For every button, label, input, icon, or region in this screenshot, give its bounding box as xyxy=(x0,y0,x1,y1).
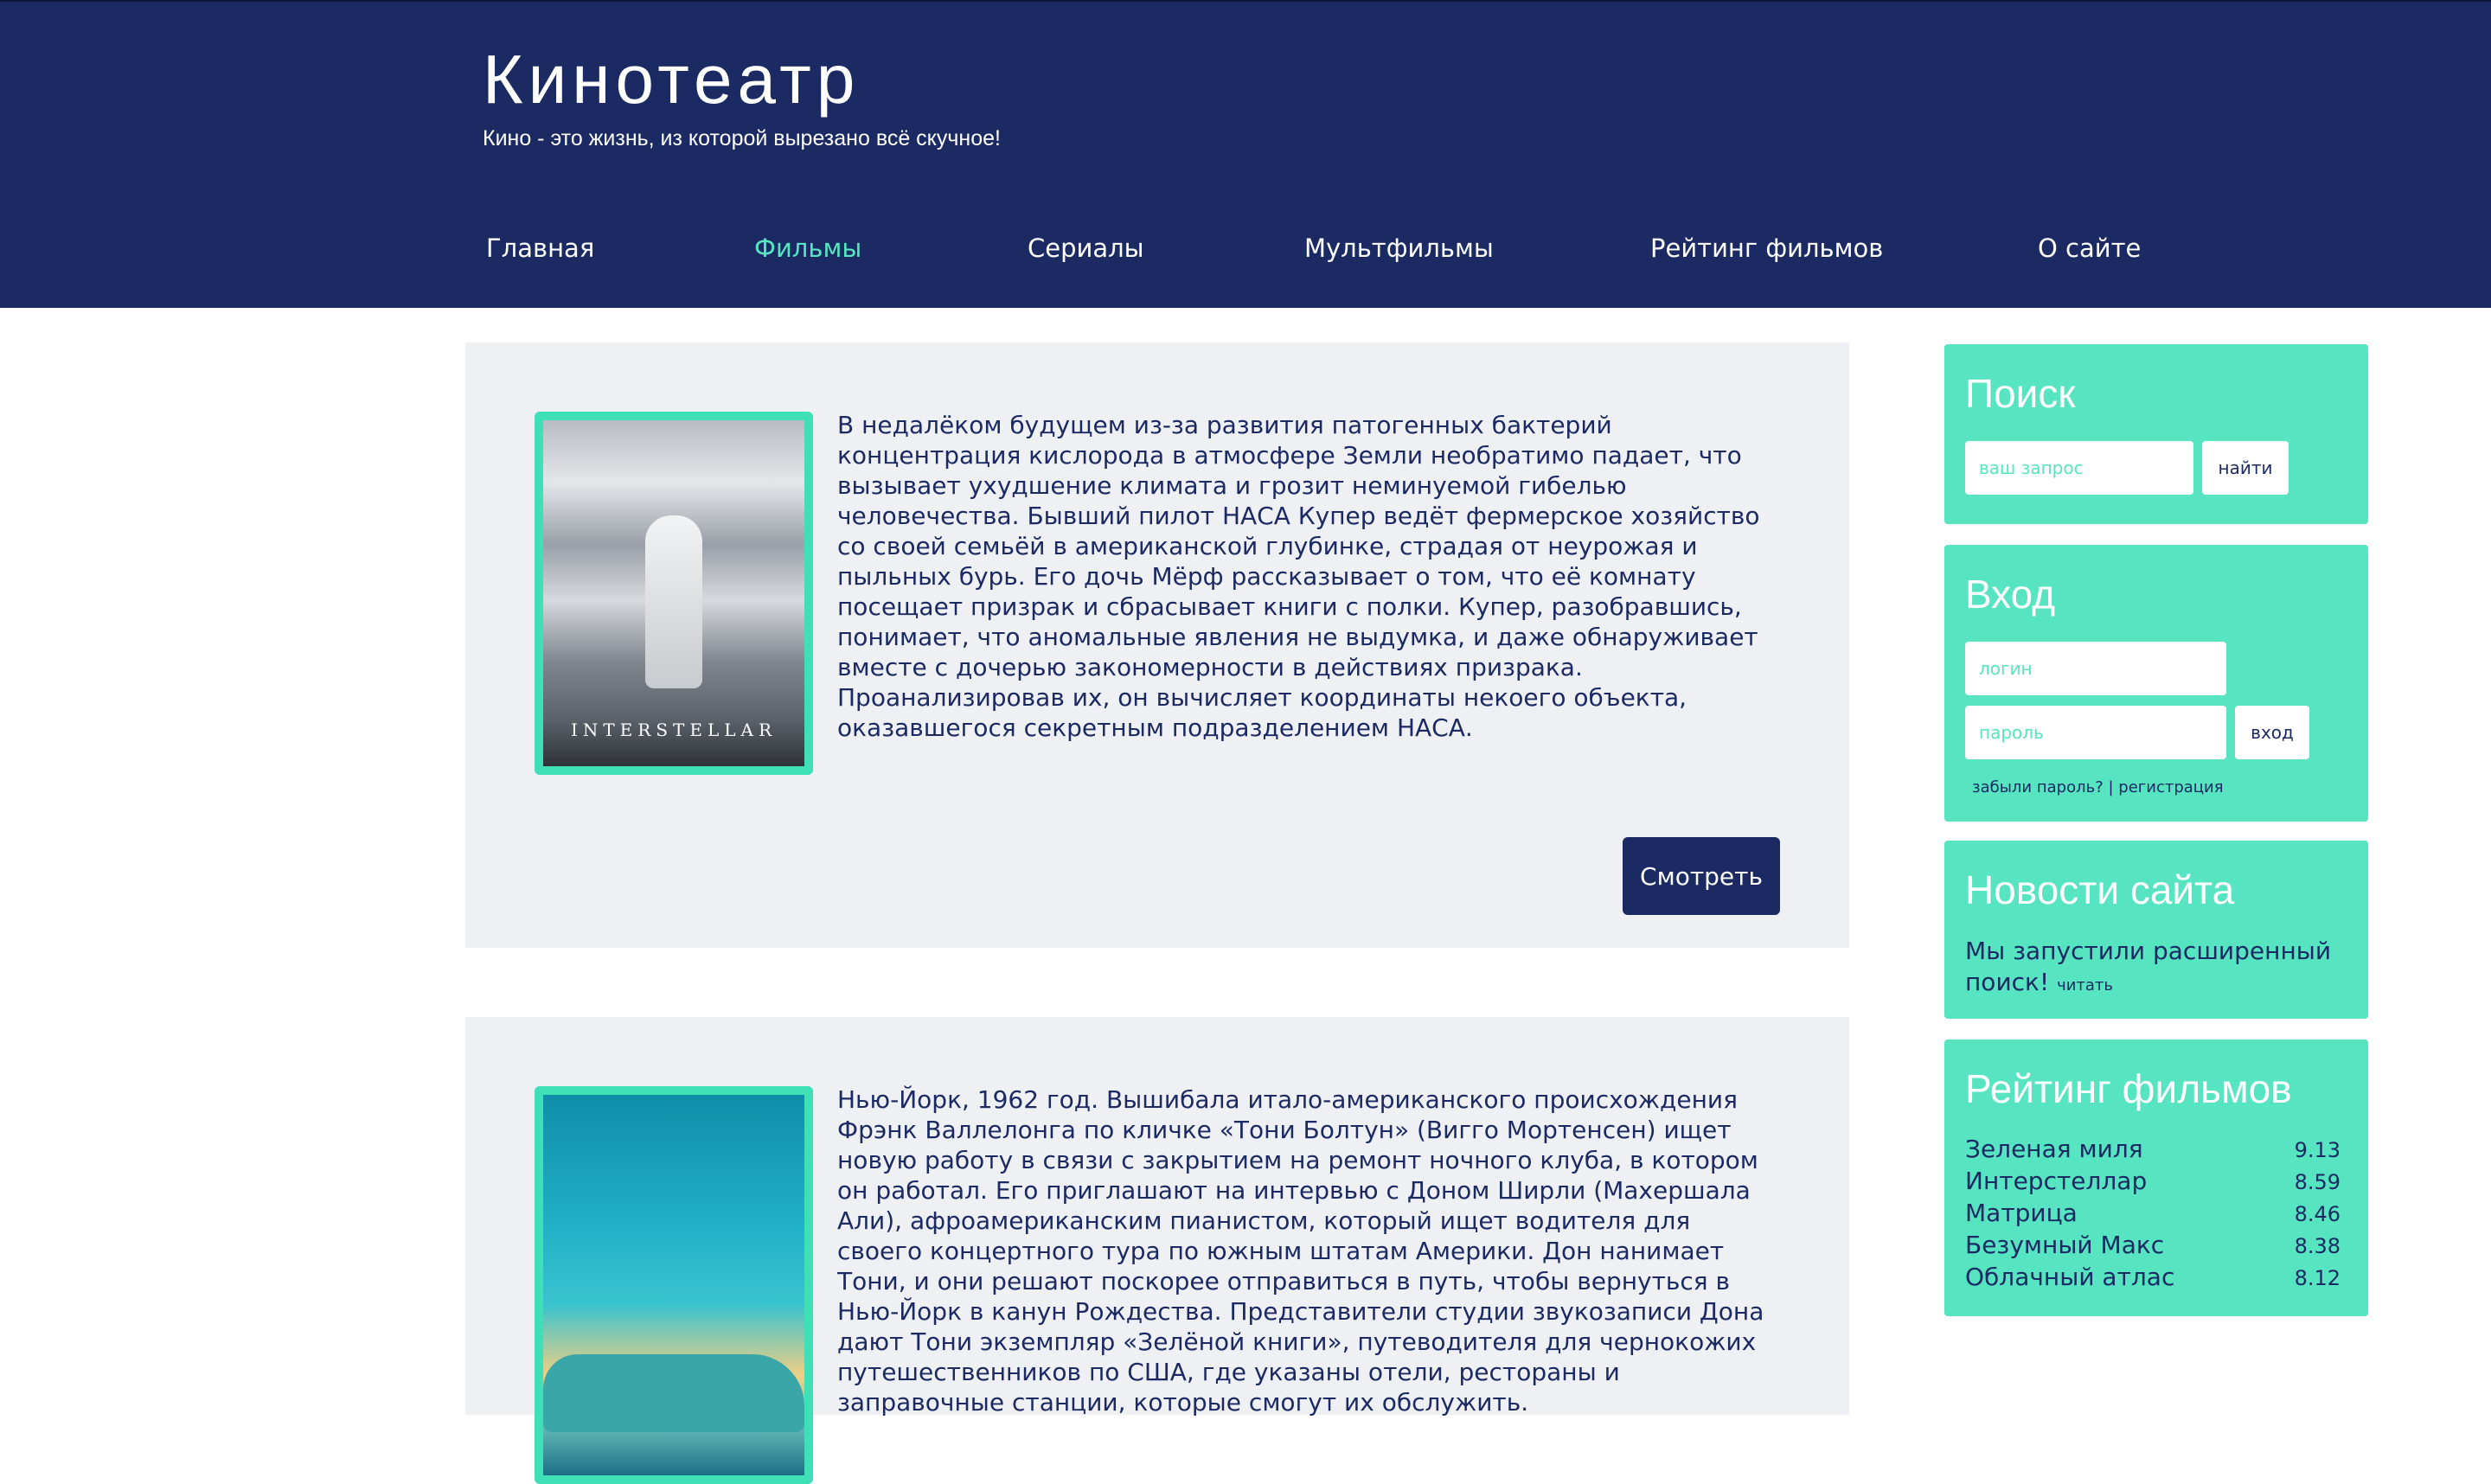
rating-row[interactable]: Зеленая миля 9.13 xyxy=(1965,1135,2341,1167)
login-widget: Вход вход забыли пароль? | регистрация xyxy=(1944,545,2368,822)
rating-movie-name: Облачный атлас xyxy=(1965,1263,2175,1291)
poster-caption: INTERSTELLAR xyxy=(570,720,778,740)
register-link[interactable]: регистрация xyxy=(2118,778,2223,796)
rating-movie-name: Матрица xyxy=(1965,1199,2078,1227)
password-input[interactable] xyxy=(1965,706,2226,759)
rating-row[interactable]: Интерстеллар 8.59 xyxy=(1965,1167,2341,1199)
rating-row[interactable]: Безумный Макс 8.38 xyxy=(1965,1231,2341,1263)
login-links: забыли пароль? | регистрация xyxy=(1972,778,2224,796)
news-text: Мы запустили расширенный поиск! xyxy=(1965,937,2332,996)
site-header: Кинотеатр Кино - это жизнь, из которой в… xyxy=(0,0,2491,308)
nav-item-about[interactable]: О сайте xyxy=(2038,233,2141,263)
forgot-password-link[interactable]: забыли пароль? xyxy=(1972,778,2104,796)
car-image xyxy=(543,1354,804,1432)
rating-score: 8.12 xyxy=(2294,1266,2341,1290)
news-item: Мы запустили расширенный поиск! читать xyxy=(1965,936,2346,1001)
search-input[interactable] xyxy=(1965,441,2193,495)
nav-item-rating[interactable]: Рейтинг фильмов xyxy=(1650,233,1883,263)
rating-row[interactable]: Облачный атлас 8.12 xyxy=(1965,1263,2341,1295)
rating-score: 8.38 xyxy=(2294,1234,2341,1258)
login-button[interactable]: вход xyxy=(2235,706,2309,759)
login-input[interactable] xyxy=(1965,642,2226,695)
rating-score: 8.46 xyxy=(2294,1202,2341,1226)
rating-movie-name: Безумный Макс xyxy=(1965,1231,2165,1259)
news-widget-title: Новости сайта xyxy=(1965,867,2235,912)
search-button[interactable]: найти xyxy=(2202,441,2289,495)
nav-item-cartoons[interactable]: Мультфильмы xyxy=(1304,233,1494,263)
site-title: Кинотеатр xyxy=(483,41,861,118)
watch-button[interactable]: Смотреть xyxy=(1623,837,1780,915)
rating-score: 8.59 xyxy=(2294,1170,2341,1194)
search-widget-title: Поиск xyxy=(1965,371,2076,416)
rating-movie-name: Интерстеллар xyxy=(1965,1167,2148,1195)
rating-score: 9.13 xyxy=(2294,1138,2341,1162)
rating-movie-name: Зеленая миля xyxy=(1965,1135,2143,1163)
movie-description: В недалёком будущем из-за развития патог… xyxy=(837,411,1760,742)
rating-widget: Рейтинг фильмов Зеленая миля 9.13 Интерс… xyxy=(1944,1039,2368,1316)
main-nav: Главная Фильмы Сериалы Мультфильмы Рейти… xyxy=(0,230,2491,273)
news-widget: Новости сайта Мы запустили расширенный п… xyxy=(1944,841,2368,1019)
links-separator: | xyxy=(2108,778,2114,796)
movie-card: Нью-Йорк, 1962 год. Вышибала итало-амери… xyxy=(465,1017,1849,1484)
nav-item-films[interactable]: Фильмы xyxy=(754,233,861,263)
news-read-link[interactable]: читать xyxy=(2057,976,2113,995)
login-widget-title: Вход xyxy=(1965,572,2056,617)
rating-widget-title: Рейтинг фильмов xyxy=(1965,1066,2292,1111)
movie-card: INTERSTELLAR В недалёком будущем из-за р… xyxy=(465,342,1849,948)
nav-item-home[interactable]: Главная xyxy=(486,233,594,263)
rating-list: Зеленая миля 9.13 Интерстеллар 8.59 Матр… xyxy=(1965,1135,2341,1295)
movie-description: Нью-Йорк, 1962 год. Вышибала итало-амери… xyxy=(837,1085,1764,1417)
movie-poster[interactable]: INTERSTELLAR xyxy=(535,412,813,775)
search-widget: Поиск найти xyxy=(1944,344,2368,524)
astronaut-figure xyxy=(645,515,702,688)
nav-item-series[interactable]: Сериалы xyxy=(1028,233,1144,263)
site-tagline: Кино - это жизнь, из которой вырезано вс… xyxy=(483,126,1001,150)
rating-row[interactable]: Матрица 8.46 xyxy=(1965,1199,2341,1231)
movie-poster[interactable] xyxy=(535,1086,813,1484)
